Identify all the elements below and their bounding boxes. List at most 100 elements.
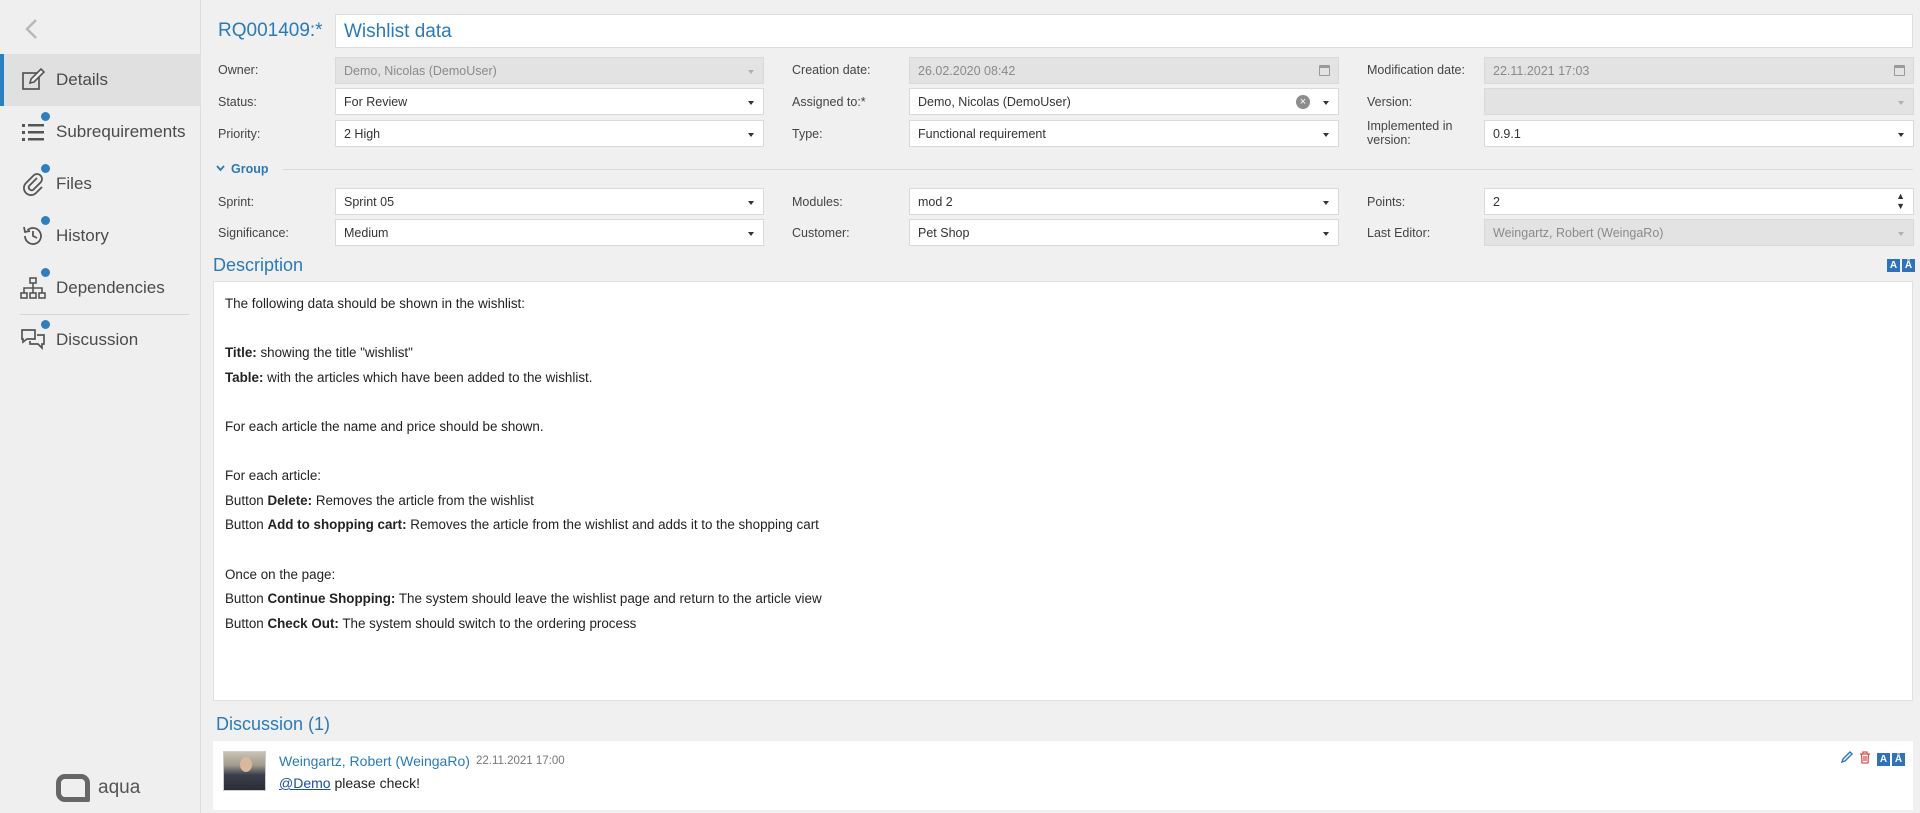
- points-stepper[interactable]: 2 ▲ ▼: [1484, 188, 1914, 215]
- chevron-down-icon: [1323, 232, 1329, 236]
- requirement-id: RQ001409:*: [218, 20, 323, 41]
- comment-text: @Demo please check!: [279, 775, 421, 791]
- assigned-to-value: Demo, Nicolas (DemoUser): [918, 95, 1071, 109]
- divider: [283, 169, 1913, 170]
- text-format-icon[interactable]: Ā: [1902, 259, 1915, 272]
- chevron-down-icon: [1898, 232, 1904, 236]
- description-line: For each article:: [225, 468, 322, 484]
- points-label: Points:: [1367, 195, 1406, 209]
- sidebar-item-label: Subrequirements: [56, 122, 186, 141]
- description-line: The following data should be shown in th…: [225, 296, 525, 311]
- creation-date-value: 26.02.2020 08:42: [918, 64, 1016, 78]
- description-line: Button Continue Shopping: The system sho…: [225, 591, 822, 607]
- clear-icon[interactable]: ×: [1296, 95, 1310, 109]
- notification-dot: [41, 268, 50, 277]
- sidebar-item-discussion[interactable]: Discussion: [0, 314, 201, 366]
- comment-format-toolbar: A Ā: [1877, 752, 1905, 766]
- status-select[interactable]: For Review: [335, 88, 764, 115]
- description-line: [225, 440, 1901, 465]
- priority-value: 2 High: [344, 127, 381, 141]
- stepper-arrows-icon[interactable]: ▲ ▼: [1896, 191, 1905, 211]
- modification-date-label: Modification date:: [1367, 63, 1465, 77]
- status-value: For Review: [344, 95, 408, 109]
- description-line: Button Add to shopping cart: Removes the…: [225, 517, 819, 533]
- status-label: Status:: [218, 95, 257, 109]
- sidebar: Details Subrequirements Files History De…: [0, 0, 201, 813]
- description-title: Description: [213, 255, 304, 275]
- logo-mark: [56, 774, 90, 802]
- hierarchy-icon: [20, 275, 46, 301]
- title-row: RQ001409:* Wishlist data: [201, 14, 1920, 48]
- main-panel: RQ001409:* Wishlist data Owner: Demo, Ni…: [201, 0, 1920, 813]
- back-button[interactable]: [22, 14, 46, 44]
- customer-select[interactable]: Pet Shop: [909, 219, 1339, 246]
- modification-date-value: 22.11.2021 17:03: [1493, 64, 1590, 78]
- sidebar-item-files[interactable]: Files: [0, 158, 201, 210]
- comment-author[interactable]: Weingartz, Robert (WeingaRo): [279, 753, 470, 769]
- description-line: Button Delete: Removes the article from …: [225, 492, 534, 508]
- font-format-icon[interactable]: A: [1877, 752, 1890, 766]
- calendar-icon: [1319, 65, 1330, 76]
- mention-link[interactable]: @Demo: [279, 775, 331, 791]
- history-icon: [20, 223, 46, 249]
- owner-select: Demo, Nicolas (DemoUser): [335, 57, 764, 84]
- avatar: [223, 751, 266, 791]
- divider: [20, 314, 189, 315]
- description-line: [225, 538, 1901, 563]
- sidebar-item-label: History: [56, 226, 109, 245]
- chevron-down-icon: [216, 164, 225, 175]
- comment: Weingartz, Robert (WeingaRo) 22.11.2021 …: [213, 740, 1913, 810]
- edit-icon: [20, 67, 46, 93]
- edit-pencil-icon[interactable]: [1840, 751, 1853, 767]
- notification-dot: [41, 216, 50, 225]
- version-label: Version:: [1367, 95, 1413, 109]
- significance-label: Significance:: [218, 226, 289, 240]
- description-line: [225, 317, 1901, 342]
- group-label: Group: [231, 162, 269, 176]
- paperclip-icon: [20, 171, 46, 197]
- description-line: For each article the name and price shou…: [225, 418, 544, 434]
- sidebar-nav: Details Subrequirements Files History De…: [0, 54, 201, 366]
- sidebar-item-subrequirements[interactable]: Subrequirements: [0, 106, 201, 158]
- assigned-to-select[interactable]: Demo, Nicolas (DemoUser) ×: [909, 88, 1339, 115]
- sprint-select[interactable]: Sprint 05: [335, 188, 764, 215]
- description-line: Button Check Out: The system should swit…: [225, 615, 637, 631]
- significance-select[interactable]: Medium: [335, 219, 764, 246]
- chevron-down-icon: [1898, 133, 1904, 137]
- comment-actions: A Ā: [1840, 751, 1905, 767]
- owner-value: Demo, Nicolas (DemoUser): [344, 64, 497, 78]
- font-format-icon[interactable]: A: [1887, 259, 1900, 272]
- significance-value: Medium: [344, 226, 389, 240]
- type-select[interactable]: Functional requirement: [909, 120, 1339, 147]
- trash-icon[interactable]: [1859, 751, 1871, 767]
- chevron-down-icon: [1323, 201, 1329, 205]
- type-label: Type:: [792, 127, 823, 141]
- creation-date-field: 26.02.2020 08:42: [909, 57, 1339, 84]
- logo-text: aqua: [98, 777, 141, 798]
- notification-dot: [41, 112, 50, 121]
- sidebar-item-details[interactable]: Details: [0, 54, 201, 106]
- points-value: 2: [1493, 195, 1500, 209]
- chat-icon: [20, 327, 46, 353]
- notification-dot: [41, 164, 50, 173]
- assigned-to-label: Assigned to:*: [792, 95, 866, 109]
- implemented-in-version-select[interactable]: 0.9.1: [1484, 120, 1914, 147]
- text-format-icon[interactable]: Ā: [1892, 752, 1905, 766]
- chevron-down-icon: [1323, 101, 1329, 105]
- modules-select[interactable]: mod 2: [909, 188, 1339, 215]
- discussion-title: Discussion (1): [216, 714, 331, 734]
- description-line: [225, 390, 1901, 415]
- implemented-in-version-value: 0.9.1: [1493, 127, 1521, 141]
- sidebar-item-dependencies[interactable]: Dependencies: [0, 262, 201, 314]
- chevron-down-icon: [748, 133, 754, 137]
- description-editor[interactable]: The following data should be shown in th…: [213, 281, 1913, 701]
- sidebar-item-label: Discussion: [56, 330, 139, 349]
- notification-dot: [41, 320, 50, 329]
- last-editor-label: Last Editor:: [1367, 226, 1431, 240]
- last-editor-value: Weingartz, Robert (WeingaRo): [1493, 226, 1664, 240]
- title-input[interactable]: Wishlist data: [335, 14, 1913, 48]
- comment-date: 22.11.2021 17:00: [476, 755, 565, 767]
- priority-select[interactable]: 2 High: [335, 120, 764, 147]
- sidebar-item-history[interactable]: History: [0, 210, 201, 262]
- group-toggle[interactable]: Group: [216, 162, 269, 176]
